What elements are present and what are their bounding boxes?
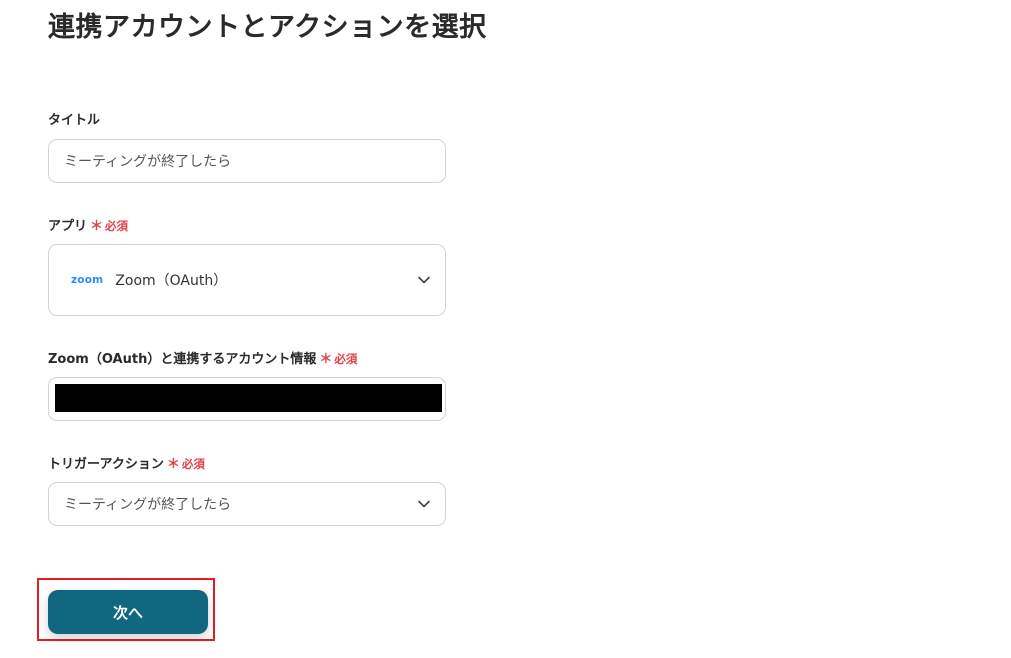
trigger-select-value: ミーティングが終了したら	[64, 497, 232, 513]
trigger-label-text: トリガーアクション	[48, 457, 164, 472]
title-field-label: タイトル	[48, 112, 100, 130]
required-text: 必須	[105, 219, 129, 233]
title-input-value: ミーティングが終了したら	[64, 154, 232, 170]
trigger-select[interactable]: ミーティングが終了したら	[48, 482, 446, 526]
zoom-logo: zoom	[71, 274, 104, 286]
required-badge: ＊必須	[166, 457, 205, 472]
account-select[interactable]	[48, 377, 446, 421]
page-title: 連携アカウントとアクションを選択	[48, 12, 487, 43]
required-badge: ＊必須	[90, 219, 129, 234]
chevron-down-icon[interactable]	[417, 273, 431, 287]
account-field-label: Zoom（OAuth）と連携するアカウント情報＊必須	[48, 350, 357, 369]
required-badge: ＊必須	[319, 352, 358, 367]
account-label-text: Zoom（OAuth）と連携するアカウント情報	[48, 352, 317, 367]
app-field-label: アプリ＊必須	[48, 217, 128, 236]
app-select-value: Zoom（OAuth）	[115, 273, 228, 289]
trigger-field-label: トリガーアクション＊必須	[48, 455, 205, 474]
title-label-text: タイトル	[48, 113, 101, 128]
app-select[interactable]: zoom Zoom（OAuth）	[48, 244, 446, 316]
required-text: 必須	[181, 457, 205, 471]
next-button[interactable]: 次へ	[48, 590, 208, 634]
chevron-down-icon[interactable]	[417, 497, 431, 511]
redacted-account-value	[55, 384, 442, 412]
required-text: 必須	[334, 352, 358, 366]
app-label-text: アプリ	[48, 219, 88, 234]
required-star: ＊	[319, 352, 333, 367]
required-star: ＊	[90, 219, 104, 234]
title-input[interactable]: ミーティングが終了したら	[48, 139, 446, 183]
page: 連携アカウントとアクションを選択 タイトル ミーティングが終了したら アプリ＊必…	[0, 0, 1011, 658]
required-star: ＊	[166, 457, 180, 472]
